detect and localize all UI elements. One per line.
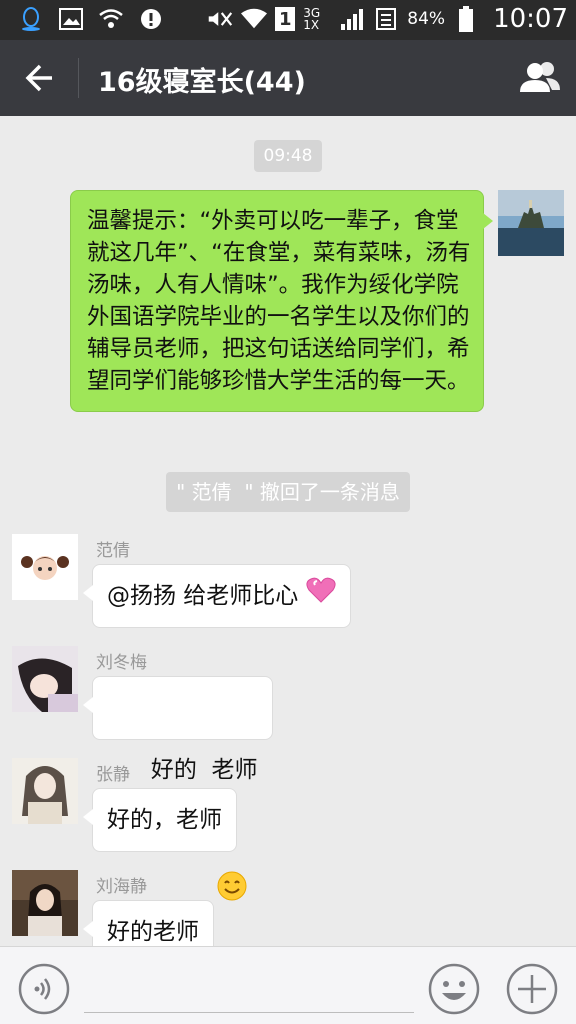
incoming-message-row: 张静 好的，老师 — [0, 758, 576, 868]
incoming-message-bubble[interactable]: 好的老师 — [83, 900, 214, 946]
battery-percent: 84% — [407, 9, 446, 29]
signal-icon — [339, 6, 365, 32]
incoming-message-bubble[interactable]: @扬扬 给老师比心 — [83, 564, 351, 628]
chat-header: 16级寝室长(44) — [0, 40, 576, 116]
group-members-icon — [520, 62, 560, 92]
outgoing-message-bubble[interactable]: 温馨提示：“外卖可以吃一辈子，食堂就这几年”、“在食堂，菜有菜味，汤有汤味，人有… — [70, 190, 493, 412]
notification-alert-icon — [138, 6, 164, 32]
back-button[interactable] — [18, 58, 60, 98]
plus-icon — [506, 963, 558, 1015]
battery-icon — [453, 6, 479, 32]
incoming-message-row: 刘冬梅 好的 老师 — [0, 646, 576, 901]
sender-avatar[interactable] — [12, 534, 78, 600]
sender-avatar[interactable] — [12, 646, 78, 712]
sender-name: 范倩 — [96, 541, 130, 561]
message-input[interactable] — [84, 965, 414, 1013]
message-timestamp: 09:48 — [254, 140, 322, 172]
incoming-message-row: 刘海静 好的老师 — [0, 870, 576, 946]
back-arrow-icon — [25, 64, 52, 92]
incoming-message-bubble[interactable]: 好的 老师 — [83, 676, 273, 901]
incoming-message-bubble[interactable]: 好的，老师 — [83, 788, 237, 852]
message-list[interactable]: 09:48 温馨提示：“外卖可以吃一辈子，食堂就这几年”、“在食堂，菜有菜味，汤… — [0, 116, 576, 946]
mute-icon — [207, 6, 233, 32]
message-text: @扬扬 给老师比心 — [107, 583, 299, 609]
chat-input-bar — [0, 946, 576, 1024]
my-avatar[interactable] — [498, 190, 564, 256]
sender-name: 刘冬梅 — [96, 653, 147, 673]
network-type: 3G 1X — [303, 6, 321, 32]
wifi-icon — [241, 6, 268, 32]
sender-avatar[interactable] — [12, 758, 78, 824]
voice-input-button[interactable] — [18, 963, 70, 1015]
group-members-button[interactable] — [516, 58, 562, 98]
message-text: 好的老师 — [107, 919, 199, 945]
pink-heart-icon — [306, 566, 336, 628]
sender-avatar[interactable] — [12, 870, 78, 936]
voice-icon — [18, 963, 70, 1015]
sender-name: 张静 — [96, 765, 130, 785]
wifi-question-icon — [98, 6, 124, 32]
header-divider — [78, 58, 79, 98]
more-functions-button[interactable] — [506, 963, 558, 1015]
incoming-message-row: 范倩 @扬扬 给老师比心 — [0, 534, 576, 644]
recall-notice: " 范倩 " 撤回了一条消息 — [166, 472, 410, 512]
status-bar: 1 3G 1X 84% 10:07 — [0, 0, 576, 40]
chat-title: 16级寝室长(44) — [98, 67, 306, 98]
message-text: 好的，老师 — [107, 807, 222, 833]
emoji-icon — [428, 963, 480, 1015]
gallery-icon — [58, 6, 84, 32]
clock: 10:07 — [493, 4, 568, 34]
qq-icon — [18, 6, 44, 32]
emoji-button[interactable] — [428, 963, 480, 1015]
sender-name: 刘海静 — [96, 877, 147, 897]
data-saver-icon — [373, 6, 399, 32]
sim-card-icon: 1 — [275, 7, 296, 31]
